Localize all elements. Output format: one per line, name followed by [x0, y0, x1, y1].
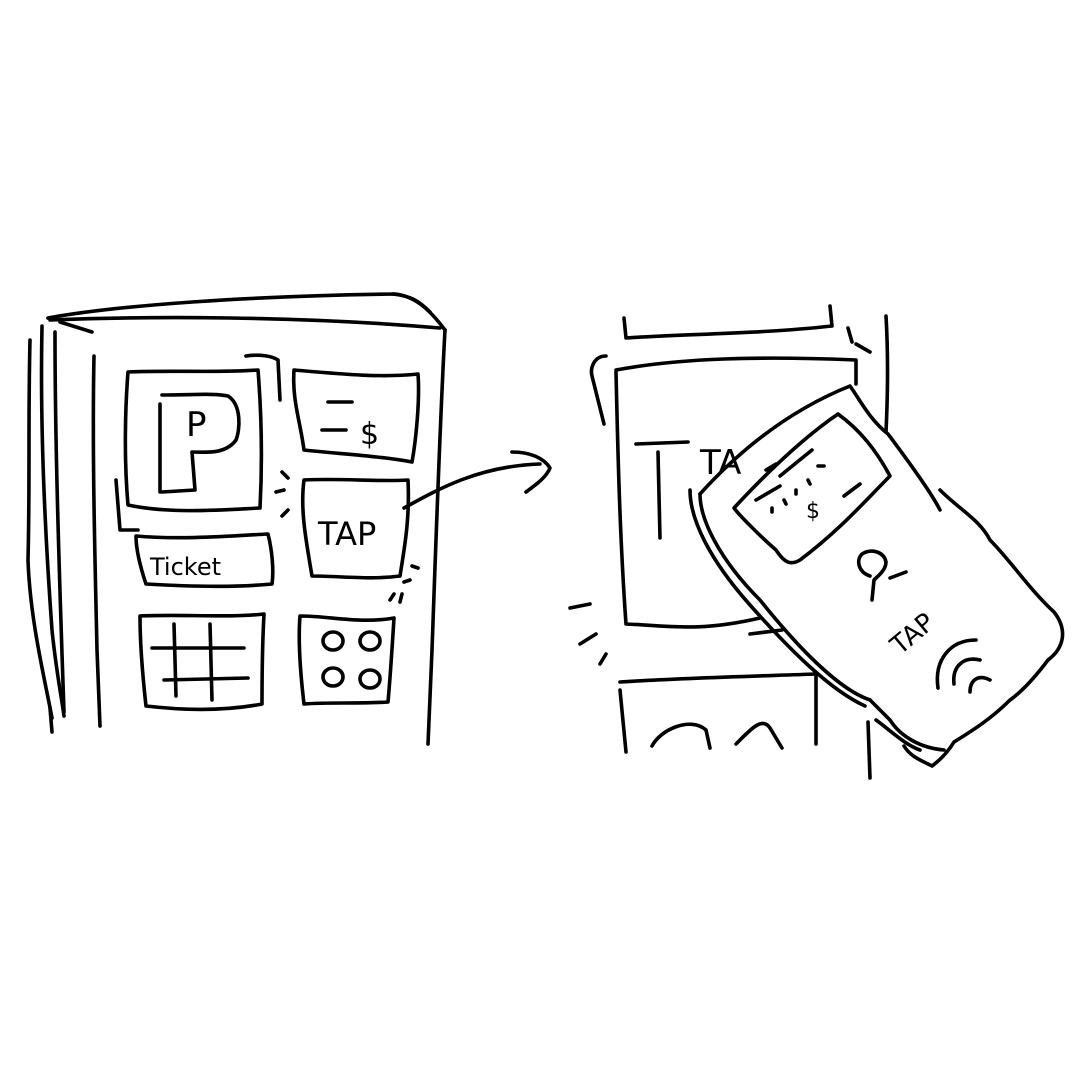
pay-screen-panel: $ [291, 368, 421, 464]
parking-sign-panel: P [114, 353, 282, 532]
ticket-button-label: Ticket [149, 553, 221, 581]
ticket-button: Ticket [134, 532, 275, 589]
parking-sign-letter: P [186, 405, 207, 445]
smartphone: $ TAP [688, 384, 1065, 768]
reader-label: TA [699, 443, 741, 483]
coin-slots-panel [297, 614, 396, 706]
phone-screen-currency: $ [806, 499, 820, 524]
payment-kiosk-sketch: P $ TAP Ticket TA $ TAP [26, 292, 1065, 780]
tap-button: TAP [274, 470, 420, 604]
transition-arrow [402, 450, 552, 510]
person-icon [856, 549, 888, 602]
phone-screen [732, 412, 892, 565]
card-tap-label: TAP [885, 608, 941, 662]
keypad-panel [138, 612, 266, 712]
contactless-icon [935, 638, 992, 694]
payment-reader: TA [568, 304, 890, 666]
reader-stand [618, 672, 872, 780]
tap-button-label: TAP [317, 515, 376, 553]
pay-screen-currency: $ [360, 417, 379, 452]
